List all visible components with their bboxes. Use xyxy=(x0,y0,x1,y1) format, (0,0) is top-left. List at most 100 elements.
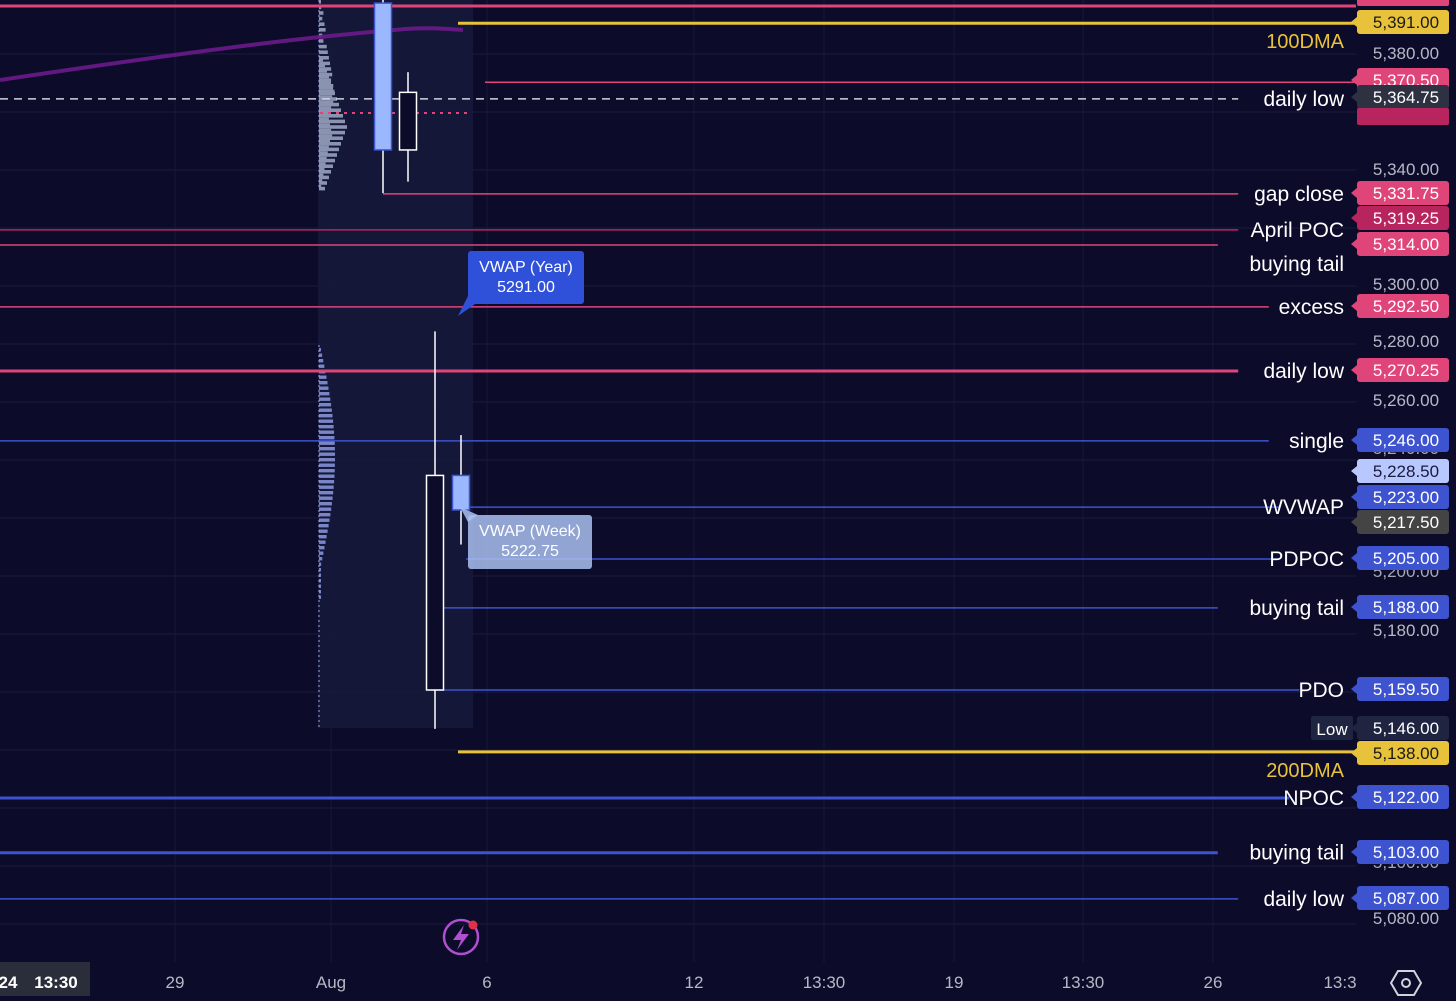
price-tag: 5,087.00 xyxy=(1351,886,1449,910)
level-label: daily low xyxy=(1263,888,1344,911)
vwap-callout-value: 5291.00 xyxy=(497,279,555,296)
price-tag: 5,331.75 xyxy=(1351,181,1449,205)
time-axis-background xyxy=(0,962,1456,996)
price-axis-tick: 5,260.00 xyxy=(1373,391,1439,410)
volume-profile-bar xyxy=(319,546,325,550)
price-tag: 5,314.00 xyxy=(1351,232,1449,256)
volume-profile-bar xyxy=(319,63,325,68)
time-axis-tick: 29 xyxy=(166,973,185,992)
volume-profile-bar xyxy=(319,39,324,43)
price-tag: 5,217.50 xyxy=(1351,510,1449,534)
price-tag-value: 5,270.25 xyxy=(1373,361,1439,380)
price-tag-value: 5,205.00 xyxy=(1373,549,1439,568)
price-axis-tick: 5,080.00 xyxy=(1373,909,1439,928)
volume-profile-bar xyxy=(319,381,328,385)
price-tag: 5,228.50 xyxy=(1351,459,1449,483)
volume-profile-bar xyxy=(319,175,329,180)
price-tag: 5,138.00 xyxy=(1351,741,1449,765)
volume-profile-bar xyxy=(319,50,328,54)
price-axis-tick: 5,340.00 xyxy=(1373,160,1439,179)
price-tag: 5,122.00 xyxy=(1351,785,1449,809)
volume-profile-bar xyxy=(319,86,333,90)
chart[interactable]: 100DMA daily low gap close April POC buying … xyxy=(0,0,1456,996)
volume-profile-bar xyxy=(319,480,335,484)
volume-profile-bar xyxy=(319,463,335,467)
volume-profile-bar xyxy=(319,158,335,163)
price-tag xyxy=(1357,0,1449,6)
time-axis-tick: 13:30 xyxy=(34,973,77,992)
price-tag: 5,319.25 xyxy=(1351,206,1449,230)
level-label: gap close xyxy=(1254,183,1344,206)
price-tag: 5,103.00 xyxy=(1351,840,1449,864)
volume-profile-bar xyxy=(319,11,324,15)
level-label: WVWAP xyxy=(1263,496,1344,519)
chart-canvas[interactable]: 100DMA daily low gap close April POC buying … xyxy=(0,0,1456,996)
volume-profile-bar xyxy=(319,403,332,407)
volume-profile-bar xyxy=(319,551,324,555)
volume-profile-bar xyxy=(319,153,337,157)
volume-profile-bar xyxy=(319,364,325,368)
candle-body xyxy=(451,474,471,511)
price-tag: 5,391.00 xyxy=(1351,10,1449,34)
vwap-callout-title: VWAP (Week) xyxy=(479,523,581,540)
candle-body xyxy=(373,2,393,151)
volume-profile-bar xyxy=(319,441,335,445)
volume-profile-bar xyxy=(319,469,335,473)
volume-profile-bar xyxy=(319,102,339,107)
volume-profile-bar xyxy=(319,491,334,495)
volume-profile-bar xyxy=(319,408,332,412)
level-label: NPOC xyxy=(1283,787,1344,810)
level-label: excess xyxy=(1279,296,1344,319)
time-axis-tick: 6 xyxy=(482,973,491,992)
time-axis-tick: 26 xyxy=(1204,973,1223,992)
price-tag-value: 5,103.00 xyxy=(1373,843,1439,862)
volume-profile-bar xyxy=(319,28,326,32)
price-tag-value: 5,188.00 xyxy=(1373,598,1439,617)
volume-profile-bar xyxy=(319,386,329,390)
level-label: buying tail xyxy=(1249,842,1344,865)
time-axis-tick: 13:3 xyxy=(1323,973,1356,992)
volume-profile-zone xyxy=(318,0,473,728)
price-axis-tick: 5,280.00 xyxy=(1373,332,1439,351)
price-tag-value: 5,292.50 xyxy=(1373,297,1439,316)
volume-profile-bar xyxy=(319,181,327,185)
volume-profile-bar xyxy=(319,452,335,456)
level-label: daily low xyxy=(1263,88,1344,111)
volume-profile-bar xyxy=(319,22,325,26)
price-tag-value: 5,246.00 xyxy=(1373,431,1439,450)
price-axis-tick: 5,180.00 xyxy=(1373,621,1439,640)
time-axis-tick: 13:30 xyxy=(803,973,846,992)
volume-profile-bar xyxy=(319,16,323,21)
level-label: 200DMA xyxy=(1266,760,1344,782)
price-axis-tick: 5,380.00 xyxy=(1373,44,1439,63)
price-tag: 5,246.00 xyxy=(1351,428,1449,452)
volume-profile-bar xyxy=(319,119,345,124)
volume-profile-bar xyxy=(319,186,325,191)
volume-profile-bar xyxy=(319,496,333,500)
price-tag: 5,292.50 xyxy=(1351,294,1449,318)
volume-profile-bar xyxy=(319,458,335,462)
price-tag-value: 5,122.00 xyxy=(1373,788,1439,807)
volume-profile-bar xyxy=(319,74,329,79)
low-label: Low xyxy=(1316,720,1348,739)
volume-profile-bar xyxy=(319,474,335,478)
volume-profile-bar xyxy=(319,524,329,528)
time-axis-tick: Aug xyxy=(316,973,346,992)
volume-profile-bar xyxy=(319,136,343,140)
volume-profile-bar xyxy=(319,147,339,152)
volume-profile-bar xyxy=(319,557,323,561)
level-label: daily low xyxy=(1263,360,1344,383)
price-tag: 5,159.50 xyxy=(1351,677,1449,701)
level-label: PDPOC xyxy=(1269,548,1344,571)
vwap-callout-value: 5222.75 xyxy=(501,543,559,560)
volume-profile-bar xyxy=(319,392,330,396)
volume-profile-bar xyxy=(319,447,335,451)
volume-profile-bar xyxy=(319,80,331,84)
volume-profile-bar xyxy=(319,130,345,135)
alert-dot xyxy=(468,920,478,930)
price-tag-value: 5,364.75 xyxy=(1373,88,1439,107)
time-axis-tick: 24 xyxy=(0,973,18,992)
price-tag-value: 5,319.25 xyxy=(1373,209,1439,228)
price-tag xyxy=(1357,108,1449,125)
time-axis-tick: 13:30 xyxy=(1062,973,1105,992)
